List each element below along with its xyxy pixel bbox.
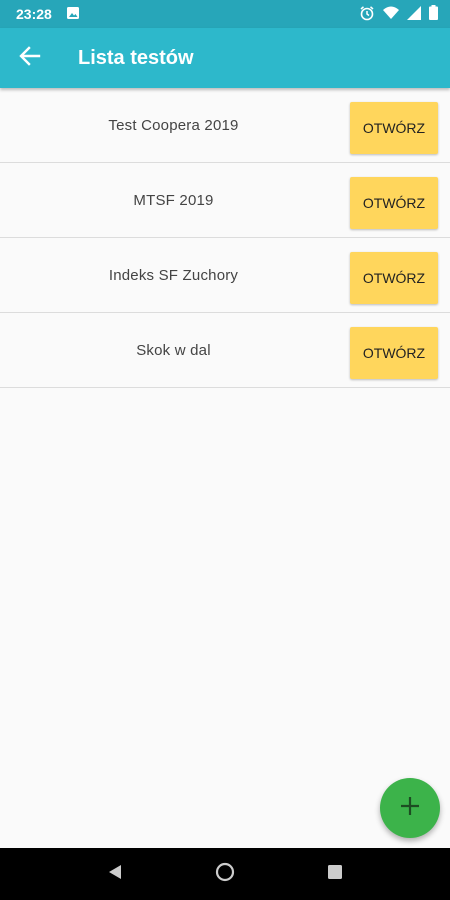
- test-name: Skok w dal: [136, 342, 211, 359]
- home-circle-icon: [215, 862, 235, 887]
- back-triangle-icon: [106, 863, 124, 886]
- list-item: Skok w dal OTWÓRZ: [0, 313, 450, 388]
- plus-icon: [399, 795, 421, 822]
- test-name: MTSF 2019: [133, 192, 214, 209]
- nav-home-button[interactable]: [205, 854, 245, 894]
- open-button[interactable]: OTWÓRZ: [350, 177, 438, 229]
- page-title: Lista testów: [78, 46, 194, 69]
- status-time: 23:28: [16, 6, 52, 22]
- system-nav-bar: [0, 848, 450, 900]
- image-icon: [66, 6, 80, 23]
- arrow-back-icon: [19, 45, 41, 72]
- list-item: MTSF 2019 OTWÓRZ: [0, 163, 450, 238]
- open-button[interactable]: OTWÓRZ: [350, 252, 438, 304]
- test-list: Test Coopera 2019 OTWÓRZ MTSF 2019 OTWÓR…: [0, 88, 450, 388]
- open-button[interactable]: OTWÓRZ: [350, 327, 438, 379]
- battery-icon: [429, 5, 438, 23]
- test-name: Indeks SF Zuchory: [108, 267, 239, 284]
- list-item: Indeks SF Zuchory OTWÓRZ: [0, 238, 450, 313]
- app-bar: Lista testów: [0, 28, 450, 88]
- test-name: Test Coopera 2019: [108, 117, 239, 134]
- back-button[interactable]: [0, 28, 60, 88]
- recents-square-icon: [326, 863, 344, 886]
- alarm-icon: [359, 5, 375, 24]
- nav-recents-button[interactable]: [315, 854, 355, 894]
- open-button[interactable]: OTWÓRZ: [350, 102, 438, 154]
- status-bar: 23:28: [0, 0, 450, 28]
- nav-back-button[interactable]: [95, 854, 135, 894]
- list-item: Test Coopera 2019 OTWÓRZ: [0, 88, 450, 163]
- wifi-icon: [383, 6, 399, 23]
- add-test-button[interactable]: [380, 778, 440, 838]
- signal-icon: [407, 5, 421, 23]
